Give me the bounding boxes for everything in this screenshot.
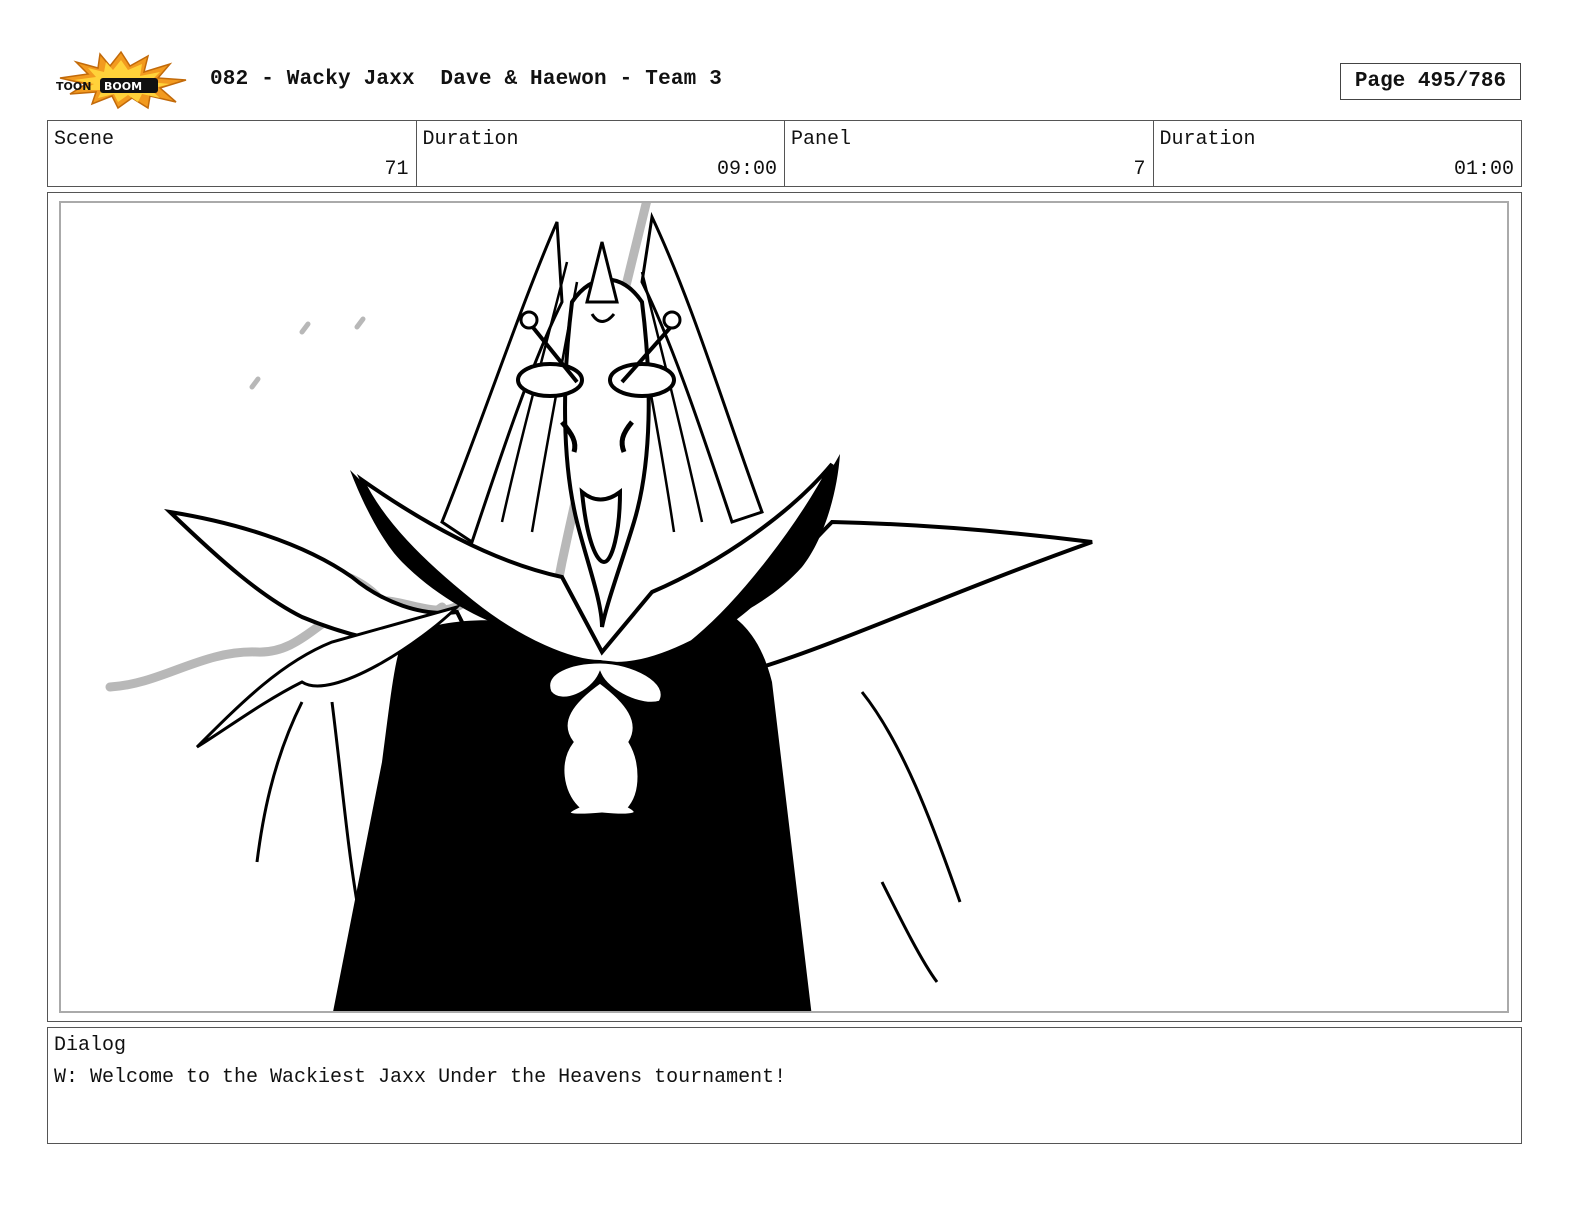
page-number: Page 495/786: [1340, 63, 1521, 100]
panel-value: 7: [1133, 158, 1146, 181]
panel-cell: Panel 7: [785, 121, 1154, 186]
svg-text:TOON: TOON: [56, 80, 91, 93]
dialog-box: Dialog W: Welcome to the Wackiest Jaxx U…: [47, 1027, 1522, 1144]
scene-duration-label: Duration: [422, 128, 519, 151]
scene-info-row: Scene 71 Duration 09:00 Panel 7 Duration…: [47, 120, 1522, 187]
scene-duration-value: 09:00: [716, 158, 777, 181]
panel-duration-cell: Duration 01:00: [1154, 121, 1522, 186]
dialog-text: W: Welcome to the Wackiest Jaxx Under th…: [54, 1066, 787, 1089]
document-title: 082 - Wacky Jaxx Dave & Haewon - Team 3: [210, 68, 723, 91]
panel-duration-value: 01:00: [1453, 158, 1514, 181]
toonboom-logo: TOON BOOM: [52, 50, 190, 110]
panel-label: Panel: [791, 128, 852, 151]
panel-duration-label: Duration: [1159, 128, 1256, 151]
storyboard-panel: [47, 192, 1522, 1022]
scene-duration-cell: Duration 09:00: [417, 121, 785, 186]
scene-cell: Scene 71: [48, 121, 417, 186]
scene-label: Scene: [54, 128, 115, 151]
dialog-label: Dialog: [54, 1034, 127, 1057]
svg-text:BOOM: BOOM: [104, 80, 142, 93]
panel-frame: [59, 201, 1509, 1013]
character-sketch-image: [105, 203, 1093, 1011]
scene-value: 71: [384, 158, 409, 181]
